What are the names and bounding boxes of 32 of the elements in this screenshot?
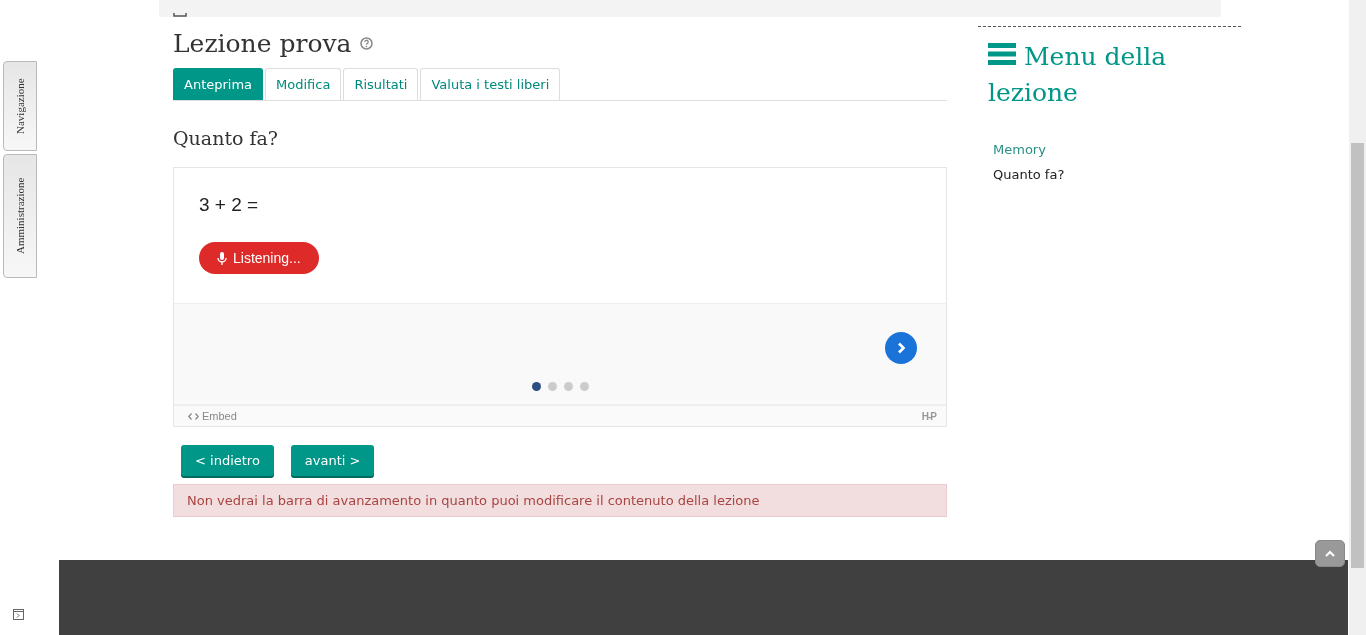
- side-tab[interactable]: Amministrazione: [3, 154, 37, 278]
- next-button[interactable]: [885, 332, 917, 364]
- listening-button[interactable]: Listening...: [199, 242, 319, 274]
- slide-dot[interactable]: [563, 382, 573, 391]
- question-text: 3 + 2 =: [199, 194, 259, 216]
- tab[interactable]: Modifica: [265, 68, 342, 100]
- scrollbar-thumb[interactable]: [1351, 143, 1364, 568]
- menu-item[interactable]: Quanto fa?: [988, 162, 1231, 187]
- nav-button[interactable]: avanti >: [290, 445, 375, 476]
- question-title: Quanto fa?: [173, 127, 280, 149]
- alert-message: Non vedrai la barra di avanzamento in quanto puoi modificare il contenuto della lezione: [173, 484, 947, 517]
- dock-icon[interactable]: [13, 609, 24, 620]
- chevron-right-icon: [896, 342, 906, 354]
- back-to-top-button[interactable]: [1315, 540, 1345, 567]
- menu-icon: [988, 43, 1016, 65]
- slide-dot[interactable]: [547, 382, 557, 391]
- microphone-icon: [217, 251, 227, 265]
- tab[interactable]: Risultati: [343, 68, 419, 100]
- help-icon[interactable]: [359, 37, 373, 50]
- slide-dot[interactable]: [579, 382, 589, 391]
- chevron-up-icon: [1325, 550, 1335, 557]
- slide-dot[interactable]: [531, 382, 541, 391]
- embed-link[interactable]: Embed: [188, 410, 237, 422]
- tab[interactable]: Valuta i testi liberi: [420, 68, 561, 100]
- brand-logo: H-P: [921, 410, 936, 422]
- tab[interactable]: Anteprima: [173, 68, 264, 100]
- side-tab[interactable]: Navigazione: [3, 61, 37, 151]
- nav-button[interactable]: < indietro: [181, 445, 274, 476]
- code-icon: [188, 412, 199, 420]
- page-title: Lezione prova: [173, 29, 352, 58]
- menu-item[interactable]: Memory: [988, 137, 1231, 162]
- menu-title: Menu della lezione: [988, 41, 1168, 109]
